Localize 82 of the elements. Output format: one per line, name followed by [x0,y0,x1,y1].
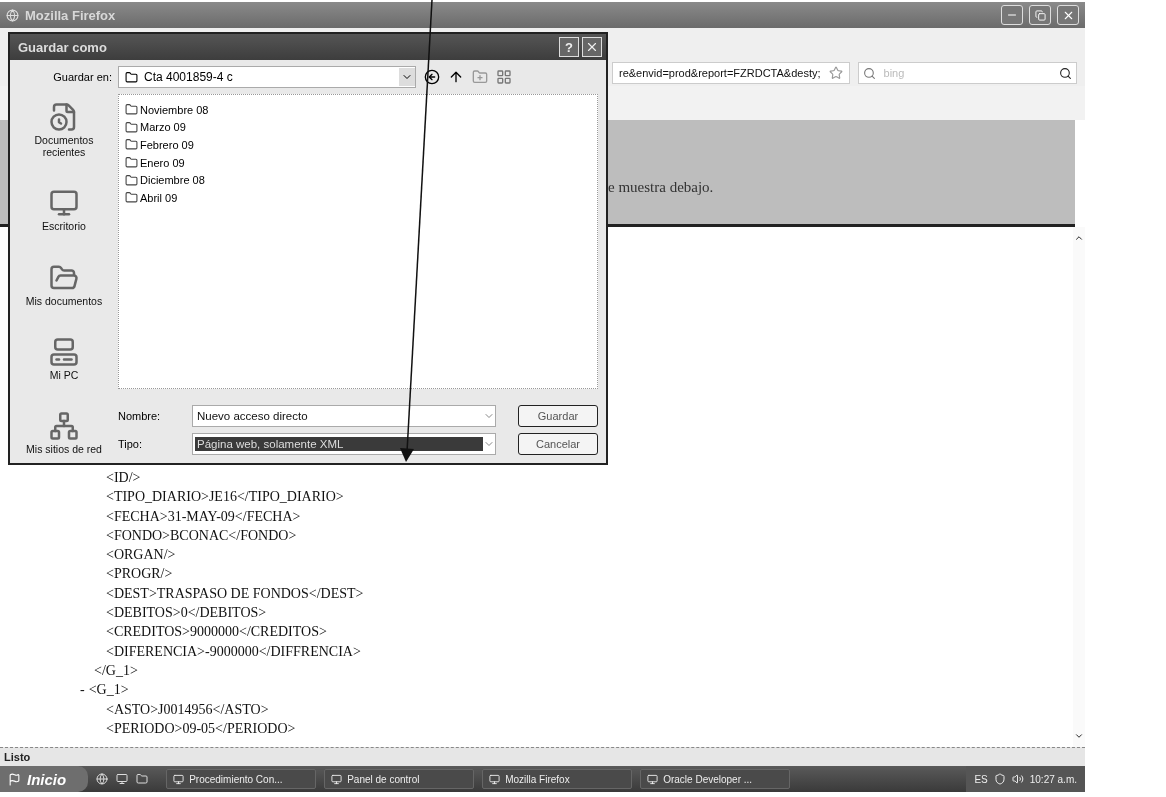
folder-item[interactable]: Febrero 09 [125,136,591,154]
window-icon [647,773,659,785]
notice-text: e muestra debajo. [608,177,714,196]
status-text: Listo [4,751,31,763]
taskbar-button[interactable]: Oracle Developer ... [640,769,791,789]
window-icon [331,773,343,785]
scroll-down-icon[interactable] [1074,731,1084,741]
cancel-button[interactable]: Cancelar [518,433,598,455]
address-bar[interactable]: re&envid=prod&report=FZRDCTA&desty; [612,62,850,84]
monitor-icon[interactable] [116,773,129,785]
places-item[interactable]: Escritorio [12,188,116,233]
name-label: Nombre: [118,410,162,422]
speaker-icon[interactable] [1011,773,1024,785]
save-in-dropdown[interactable]: Cta 4001859-4 c [118,66,416,88]
flag-icon [8,772,21,786]
window-icon [173,773,185,785]
close-icon [585,40,599,54]
xml-line: <CREDITOS>9000000</CREDITOS> [105,623,328,642]
type-label: Tipo: [118,438,144,450]
close-button[interactable] [582,37,602,57]
folder-item[interactable]: Abril 09 [125,188,591,207]
shield-icon[interactable] [993,773,1006,785]
window-icon [489,773,501,785]
folder-icon [125,103,138,117]
dialog-title: Guardar como [18,39,108,55]
view-menu-icon[interactable] [496,69,512,85]
back-icon[interactable] [424,69,440,85]
desktop-icon [49,188,79,219]
taskbar-button[interactable]: Panel de control [324,769,475,789]
xml-line: <ID/> [105,469,142,487]
restore-icon [1034,9,1046,21]
restore-button[interactable] [1029,5,1051,25]
computer-icon [49,336,79,367]
browser-icon [6,8,19,22]
network-icon [49,411,79,441]
search-box[interactable]: bing [857,62,1077,84]
help-button[interactable]: ? [559,37,579,57]
start-button[interactable]: Inicio [0,766,89,792]
folder-item[interactable]: Diciembre 08 [125,171,591,189]
globe-icon[interactable] [96,773,109,785]
xml-line: <DIFERENCIA>-9000000</DIFFRENCIA> [105,642,362,661]
search-input[interactable]: bing [881,66,1053,80]
xml-line: <PROGR/> [105,565,174,584]
folder-icon[interactable] [136,773,149,785]
taskbar-button[interactable]: Mozilla Firefox [482,769,633,789]
name-field[interactable]: Nuevo acceso directo [192,405,496,427]
search-icon[interactable] [1059,66,1072,80]
up-folder-icon[interactable] [448,69,464,85]
save-button[interactable]: Guardar [518,405,598,427]
folder-icon [125,156,138,170]
xml-line: <TIPO_DIARIO>JE16</TIPO_DIARIO> [105,488,345,507]
folder-icon [125,120,138,134]
taskbar-button[interactable]: Procedimiento Con... [166,769,317,789]
scroll-up-icon[interactable] [1074,233,1084,243]
places-item[interactable]: Mis documentos [12,262,116,307]
folder-icon [125,138,138,152]
type-dropdown[interactable]: Página web, solamente XML [192,433,496,455]
search-engine-icon[interactable] [862,66,876,80]
xml-line: <ASTO>J0014956</ASTO> [105,700,270,719]
places-item[interactable]: Mis sitios de red [12,411,116,455]
places-item[interactable]: Mi PC [12,336,116,381]
clock: 10:27 a.m. [1029,773,1077,785]
star-icon[interactable] [828,66,843,80]
close-button[interactable] [1057,5,1079,25]
language-indicator[interactable]: ES [974,773,988,785]
xml-line: <FECHA>31-MAY-09</FECHA> [105,507,302,526]
xml-line: </G_1> [93,661,139,680]
folder-icon [125,173,138,187]
folder-item[interactable]: Enero 09 [125,153,591,172]
window-title: Mozilla Firefox [25,7,117,23]
xml-line: <ORGAN/> [105,546,177,565]
xml-line: <FONDO>BCONAC</FONDO> [105,526,298,545]
save-in-label: Guardar en: [53,71,112,83]
xml-line: <DEST>TRASPASO DE FONDOS</DEST> [105,584,365,603]
minimize-button[interactable] [1001,5,1023,25]
folder-icon [125,70,138,84]
folder-icon [125,191,138,205]
xml-line: <DEBITOS>0</DEBITOS> [105,604,268,623]
places-item[interactable]: Documentos recientes [12,102,116,158]
xml-line: <PERIODO>09-05</PERIODO> [105,719,297,738]
xml-line: - <G_1> [80,681,130,700]
folder-item[interactable]: Marzo 09 [125,118,591,137]
